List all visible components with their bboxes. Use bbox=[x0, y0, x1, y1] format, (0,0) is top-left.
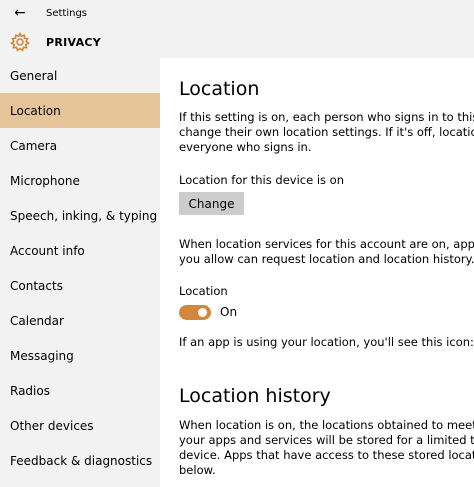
icon-note: If an app is using your location, you'll… bbox=[179, 335, 474, 350]
section-heading-location: Location bbox=[179, 78, 260, 100]
page-title: PRIVACY bbox=[46, 35, 102, 49]
sidebar-item-camera[interactable]: Camera bbox=[0, 128, 160, 163]
sidebar-item-calendar[interactable]: Calendar bbox=[0, 303, 160, 338]
device-location-status: Location for this device is on bbox=[179, 173, 344, 187]
history-line-1: When location is on, the locations obtai… bbox=[179, 418, 474, 432]
title-bar: ← Settings bbox=[0, 0, 474, 26]
location-toggle-label: Location bbox=[179, 284, 228, 298]
icon-note-text: If an app is using your location, you'll… bbox=[179, 335, 474, 349]
sidebar: General Location Camera Microphone Speec… bbox=[0, 58, 160, 487]
sidebar-item-microphone[interactable]: Microphone bbox=[0, 163, 160, 198]
page-header: PRIVACY bbox=[0, 26, 474, 58]
window-title: Settings bbox=[46, 7, 88, 19]
sidebar-item-messaging[interactable]: Messaging bbox=[0, 338, 160, 373]
services-line-2: you allow can request location and locat… bbox=[179, 252, 474, 266]
gear-icon bbox=[10, 32, 30, 52]
history-line-3: device. Apps that have access to these s… bbox=[179, 448, 474, 462]
main-content: Location If this setting is on, each per… bbox=[179, 58, 474, 487]
sidebar-item-contacts[interactable]: Contacts bbox=[0, 268, 160, 303]
location-toggle[interactable] bbox=[179, 305, 211, 320]
back-arrow-icon: ← bbox=[14, 5, 26, 21]
history-line-2: your apps and services will be stored fo… bbox=[179, 433, 474, 447]
change-button[interactable]: Change bbox=[179, 192, 244, 215]
sidebar-item-general[interactable]: General bbox=[0, 58, 160, 93]
toggle-state-label: On bbox=[220, 305, 238, 319]
sidebar-item-account-info[interactable]: Account info bbox=[0, 233, 160, 268]
intro-line-1: If this setting is on, each person who s… bbox=[179, 110, 474, 124]
history-line-4: below. bbox=[179, 463, 216, 477]
sidebar-item-feedback-diagnostics[interactable]: Feedback & diagnostics bbox=[0, 443, 160, 478]
sidebar-item-location[interactable]: Location bbox=[0, 93, 160, 128]
section-heading-location-history: Location history bbox=[179, 385, 331, 407]
services-line-1: When location services for this account … bbox=[179, 237, 474, 251]
back-button[interactable]: ← bbox=[0, 0, 40, 26]
sidebar-item-radios[interactable]: Radios bbox=[0, 373, 160, 408]
intro-line-3: everyone who signs in. bbox=[179, 140, 312, 154]
intro-line-2: change their own location settings. If i… bbox=[179, 125, 474, 139]
sidebar-item-speech-inking-typing[interactable]: Speech, inking, & typing bbox=[0, 198, 160, 233]
sidebar-item-other-devices[interactable]: Other devices bbox=[0, 408, 160, 443]
toggle-knob bbox=[198, 308, 207, 317]
